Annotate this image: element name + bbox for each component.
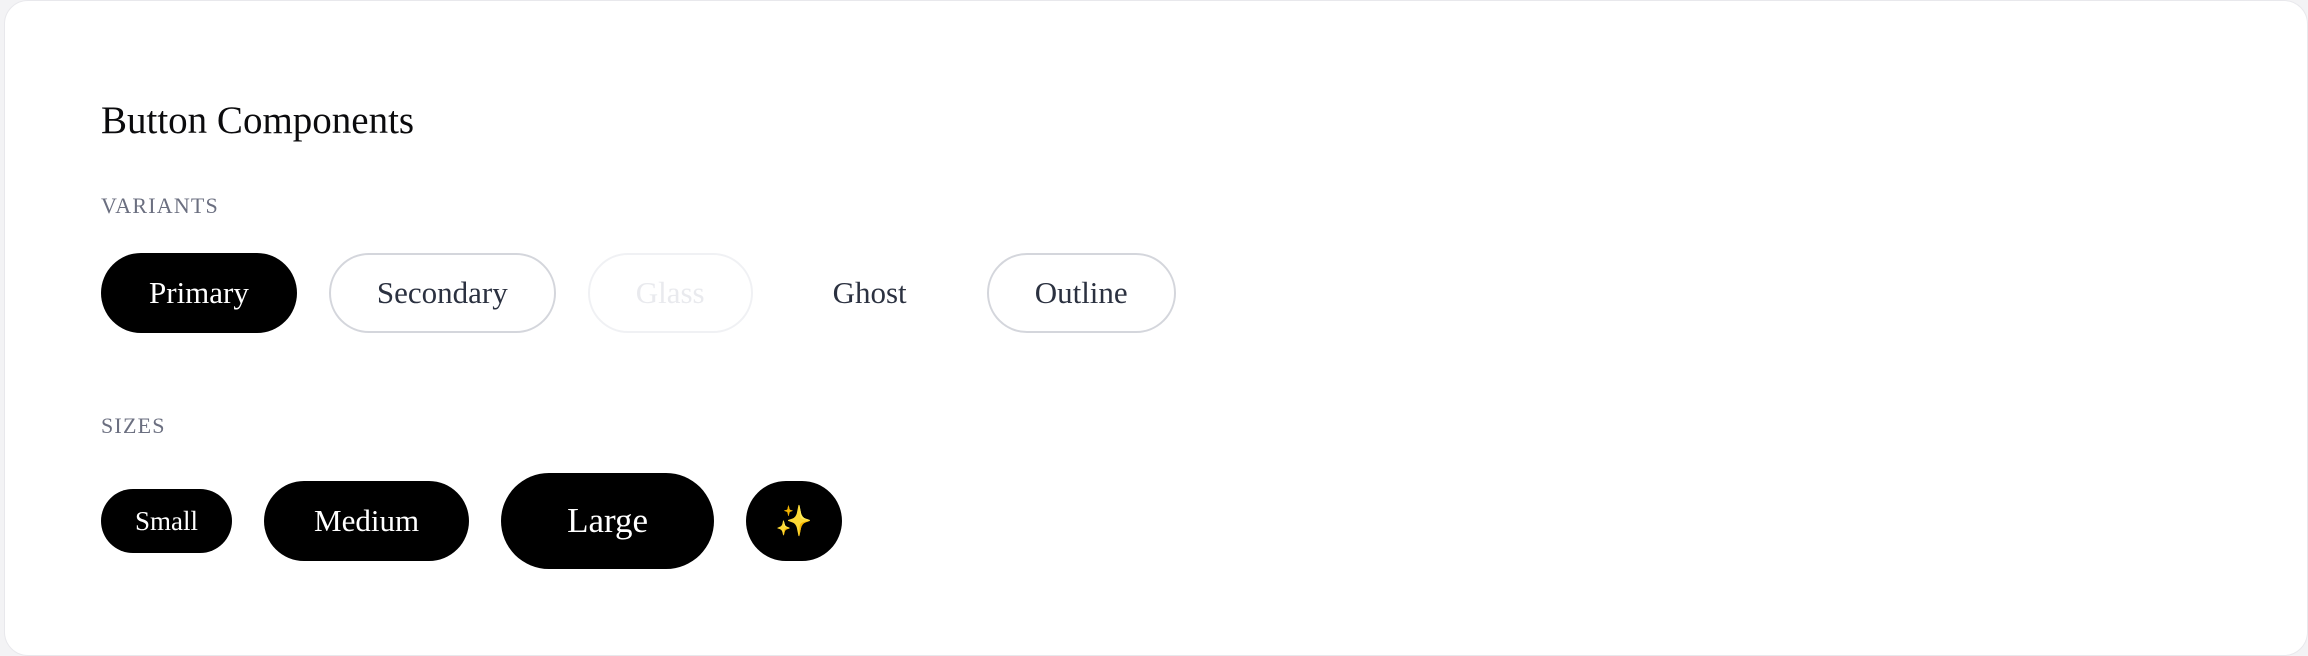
- primary-button[interactable]: Primary: [101, 253, 297, 333]
- outline-button[interactable]: Outline: [986, 253, 1176, 333]
- small-button[interactable]: Small: [101, 489, 233, 553]
- sizes-section: SIZES Small Medium Large ✨: [101, 413, 2211, 569]
- sparkles-icon-button[interactable]: ✨: [746, 481, 843, 561]
- ghost-button[interactable]: Ghost: [785, 253, 955, 333]
- glass-button[interactable]: Glass: [587, 253, 753, 333]
- button-components-card: Button Components VARIANTS Primary Secon…: [4, 0, 2308, 656]
- large-button[interactable]: Large: [501, 473, 715, 569]
- variants-section: VARIANTS Primary Secondary Glass Ghost O…: [101, 193, 2211, 333]
- sizes-row: Small Medium Large ✨: [101, 473, 2211, 569]
- sizes-label: SIZES: [101, 413, 166, 438]
- page-title: Button Components: [101, 99, 415, 142]
- secondary-button[interactable]: Secondary: [328, 253, 556, 333]
- variants-label: VARIANTS: [101, 193, 219, 218]
- sparkles-icon: ✨: [775, 504, 813, 538]
- variants-row: Primary Secondary Glass Ghost Outline: [101, 253, 2211, 333]
- medium-button[interactable]: Medium: [264, 481, 470, 561]
